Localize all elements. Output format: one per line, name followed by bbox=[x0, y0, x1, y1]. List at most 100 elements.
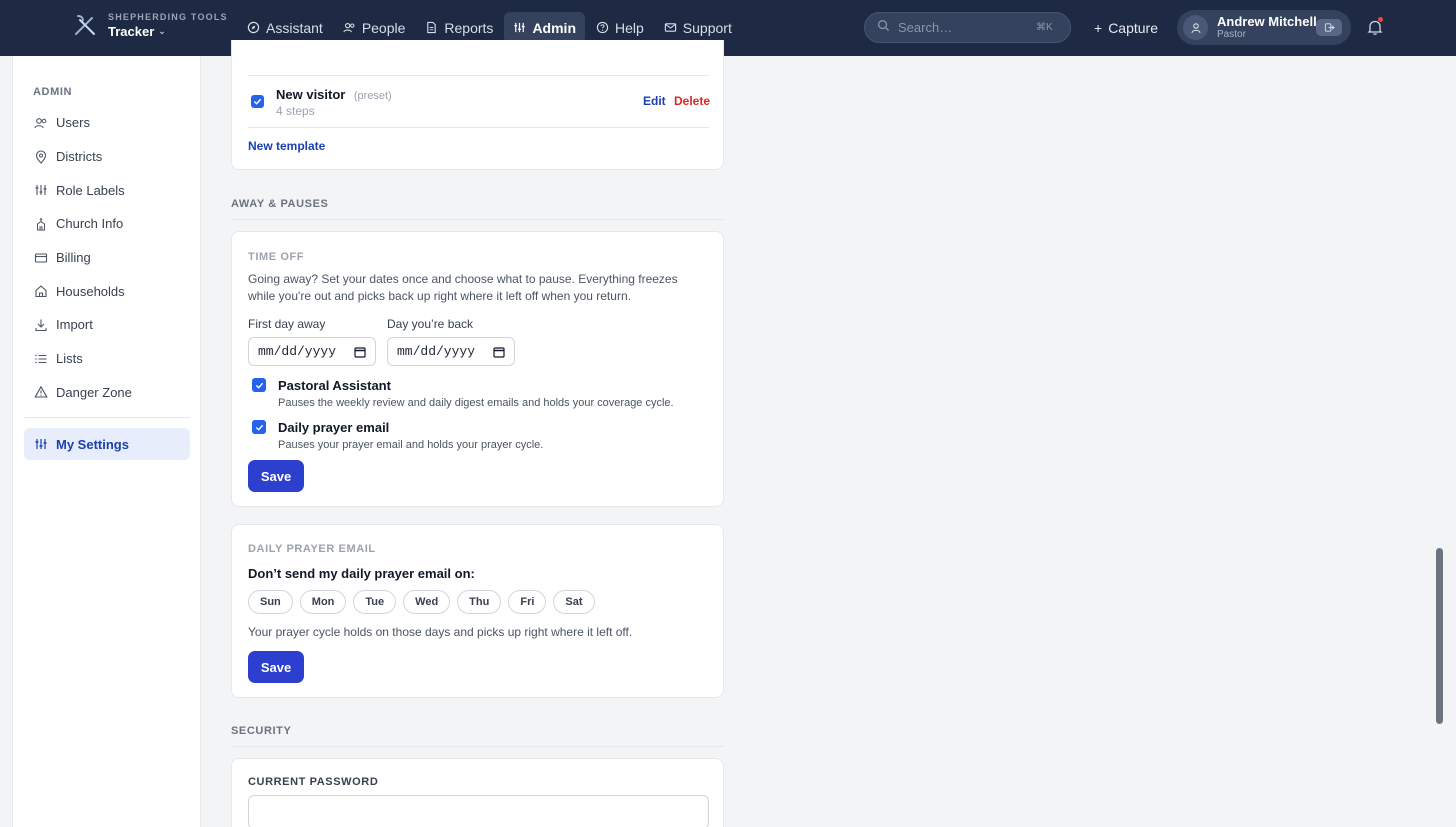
daily-prayer-title: Daily prayer email bbox=[278, 420, 390, 435]
download-icon bbox=[35, 319, 47, 332]
back-day-input[interactable]: mm/dd/yyyy bbox=[387, 337, 515, 366]
nav-help-label: Help bbox=[615, 19, 644, 36]
brand-subtitle: SHEPHERDING TOOLS bbox=[108, 11, 228, 22]
users-icon bbox=[34, 117, 47, 129]
sidebar-item-church-info[interactable]: Church Info bbox=[24, 207, 190, 241]
map-pin-icon bbox=[35, 149, 47, 164]
daily-prayer-card: DAILY PRAYER EMAIL Don’t send my daily p… bbox=[231, 524, 724, 698]
nav-support[interactable]: Support bbox=[655, 12, 741, 43]
save-prayer-days-button[interactable]: Save bbox=[248, 651, 304, 683]
day-toggle-fri[interactable]: Fri bbox=[508, 590, 547, 614]
sidebar-item-label: Import bbox=[56, 317, 93, 333]
mail-icon bbox=[664, 21, 677, 34]
daily-prayer-checkbox[interactable] bbox=[252, 420, 266, 434]
check-icon bbox=[253, 98, 262, 105]
list-icon bbox=[35, 354, 47, 363]
nav-people-label: People bbox=[361, 19, 406, 36]
sidebar-item-households[interactable]: Households bbox=[24, 274, 190, 308]
home-icon bbox=[35, 285, 47, 298]
sidebar-item-label: My Settings bbox=[56, 436, 129, 452]
first-day-input[interactable]: mm/dd/yyyy bbox=[248, 337, 376, 366]
day-toggle-tue[interactable]: Tue bbox=[353, 590, 397, 614]
sidebar-item-role-labels[interactable]: Role Labels bbox=[24, 173, 190, 207]
sidebar-divider bbox=[24, 417, 190, 418]
save-time-off-button[interactable]: Save bbox=[248, 460, 304, 492]
scrollbar-thumb[interactable] bbox=[1436, 548, 1443, 724]
day-toggle-sat[interactable]: Sat bbox=[553, 590, 595, 614]
help-circle-icon bbox=[596, 21, 609, 34]
sidebar-item-import[interactable]: Import bbox=[24, 308, 190, 342]
search-icon bbox=[877, 19, 890, 37]
sidebar-item-danger-zone[interactable]: Danger Zone bbox=[24, 376, 190, 410]
nav-admin-label: Admin bbox=[532, 19, 576, 36]
day-toggle-mon[interactable]: Mon bbox=[299, 590, 347, 614]
section-divider bbox=[231, 746, 724, 747]
new-template-link[interactable]: New template bbox=[248, 139, 325, 153]
check-icon bbox=[255, 424, 263, 431]
nav-assistant[interactable]: Assistant bbox=[238, 12, 332, 43]
avatar bbox=[1183, 15, 1208, 40]
template-title: New visitor bbox=[276, 87, 346, 102]
people-icon bbox=[343, 21, 356, 34]
section-title-away: AWAY & PAUSES bbox=[231, 198, 329, 210]
template-tag: (preset) bbox=[353, 90, 392, 102]
day-toggle-sun[interactable]: Sun bbox=[248, 590, 293, 614]
template-row: New visitor (preset) bbox=[276, 86, 392, 104]
user-role: Pastor bbox=[1217, 29, 1246, 41]
delete-link[interactable]: Delete bbox=[674, 94, 710, 108]
pastoral-assistant-title: Pastoral Assistant bbox=[278, 378, 391, 393]
logout-button[interactable] bbox=[1316, 19, 1342, 36]
chevron-down-icon: ⌄ bbox=[158, 25, 166, 36]
day-picker: Sun Mon Tue Wed Thu Fri Sat bbox=[248, 590, 595, 614]
global-search[interactable]: ⌘K bbox=[864, 12, 1071, 43]
day-toggle-thu[interactable]: Thu bbox=[457, 590, 502, 614]
time-off-description: Going away? Set your dates once and choo… bbox=[248, 272, 678, 303]
section-title-security: SECURITY bbox=[231, 725, 292, 737]
main-nav: Assistant People Reports Admin Help Supp… bbox=[238, 12, 741, 43]
nav-admin[interactable]: Admin bbox=[504, 12, 585, 43]
edit-link[interactable]: Edit bbox=[643, 94, 666, 108]
brand-name: Tracker bbox=[108, 23, 155, 39]
pastoral-assistant-checkbox[interactable] bbox=[252, 378, 266, 392]
day-toggle-wed[interactable]: Wed bbox=[403, 590, 451, 614]
sidebar-item-users[interactable]: Users bbox=[24, 106, 190, 140]
sidebar-item-my-settings[interactable]: My Settings bbox=[24, 428, 190, 460]
back-day-placeholder: mm/dd/yyyy bbox=[397, 344, 476, 359]
compass-icon bbox=[247, 21, 260, 34]
nav-people[interactable]: People bbox=[334, 12, 415, 43]
brand[interactable]: SHEPHERDING TOOLS Tracker ⌄ bbox=[72, 12, 228, 38]
sidebar-item-label: Church Info bbox=[56, 216, 124, 232]
admin-sidebar: ADMIN Users Districts Role Labels Church… bbox=[12, 56, 201, 827]
daily-prayer-desc: Pauses your prayer email and holds your … bbox=[278, 439, 544, 451]
capture-button[interactable]: + Capture bbox=[1090, 12, 1162, 43]
current-password-input[interactable] bbox=[248, 795, 709, 827]
warning-icon bbox=[34, 386, 48, 398]
sidebar-item-label: Households bbox=[56, 283, 125, 299]
credit-card-icon bbox=[34, 253, 48, 263]
user-name: Andrew Mitchell bbox=[1217, 13, 1317, 29]
nav-support-label: Support bbox=[682, 19, 732, 36]
nav-reports[interactable]: Reports bbox=[416, 12, 502, 43]
nav-help[interactable]: Help bbox=[587, 12, 653, 43]
sidebar-item-label: Users bbox=[56, 115, 90, 131]
sidebar-item-label: Billing bbox=[56, 250, 91, 266]
sidebar-item-lists[interactable]: Lists bbox=[24, 342, 190, 376]
sidebar-heading: ADMIN bbox=[33, 86, 73, 98]
nav-reports-label: Reports bbox=[444, 19, 494, 36]
search-shortcut: ⌘K bbox=[1036, 22, 1053, 33]
prayer-note: Your prayer cycle holds on those days an… bbox=[248, 625, 633, 639]
search-input[interactable] bbox=[898, 20, 1028, 35]
calendar-icon bbox=[354, 347, 366, 358]
sidebar-item-label: Lists bbox=[56, 351, 83, 367]
check-icon bbox=[255, 382, 263, 389]
shepherd-crook-logo-icon bbox=[75, 15, 95, 35]
section-divider bbox=[231, 219, 724, 220]
user-icon bbox=[1190, 22, 1201, 33]
user-menu[interactable]: Andrew Mitchell Pastor bbox=[1177, 10, 1351, 45]
template-checkbox[interactable] bbox=[251, 95, 264, 108]
first-day-label: First day away bbox=[248, 317, 326, 331]
sidebar-item-billing[interactable]: Billing bbox=[24, 241, 190, 275]
calendar-icon bbox=[493, 347, 505, 358]
sidebar-item-districts[interactable]: Districts bbox=[24, 140, 190, 174]
top-navbar: SHEPHERDING TOOLS Tracker ⌄ Assistant Pe… bbox=[0, 0, 1456, 56]
